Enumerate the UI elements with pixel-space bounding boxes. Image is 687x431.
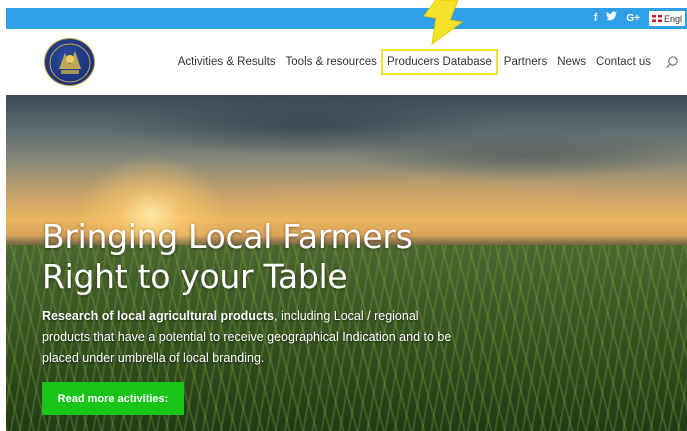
- nav-partners[interactable]: Partners: [504, 56, 547, 68]
- hero-title-line1: Bringing Local Farmers: [42, 217, 413, 256]
- hero-title: Bringing Local Farmers Right to your Tab…: [42, 217, 413, 297]
- nav-news[interactable]: News: [557, 56, 586, 68]
- social-links: f G+ Engl: [594, 8, 687, 29]
- nav-contact-us[interactable]: Contact us: [596, 56, 651, 68]
- nav-tools-resources[interactable]: Tools & resources: [286, 56, 377, 68]
- hero-description-bold: Research of local agricultural products: [42, 309, 275, 323]
- nav-activities-results[interactable]: Activities & Results: [178, 56, 276, 68]
- hero-description: Research of local agricultural products,…: [42, 306, 452, 369]
- top-bar: f G+ Engl: [6, 8, 687, 29]
- hero-banner: Bringing Local Farmers Right to your Tab…: [6, 95, 687, 431]
- nav-producers-database[interactable]: Producers Database: [380, 49, 498, 75]
- google-plus-icon[interactable]: G+: [626, 8, 640, 29]
- hero-title-line2: Right to your Table: [42, 257, 348, 296]
- search-icon[interactable]: [665, 55, 679, 69]
- read-more-activities-button[interactable]: Read more activities:: [42, 382, 184, 415]
- language-selector[interactable]: Engl: [648, 11, 685, 26]
- site-header: Activities & Results Tools & resources P…: [6, 29, 687, 95]
- site-logo[interactable]: [44, 38, 95, 86]
- uk-flag-icon: [651, 15, 662, 22]
- annotation-arrow-icon: [423, 0, 464, 46]
- twitter-icon[interactable]: [606, 8, 618, 29]
- facebook-icon[interactable]: f: [594, 8, 598, 29]
- logo-emblem-icon: [49, 43, 91, 83]
- language-label: Engl: [663, 13, 682, 24]
